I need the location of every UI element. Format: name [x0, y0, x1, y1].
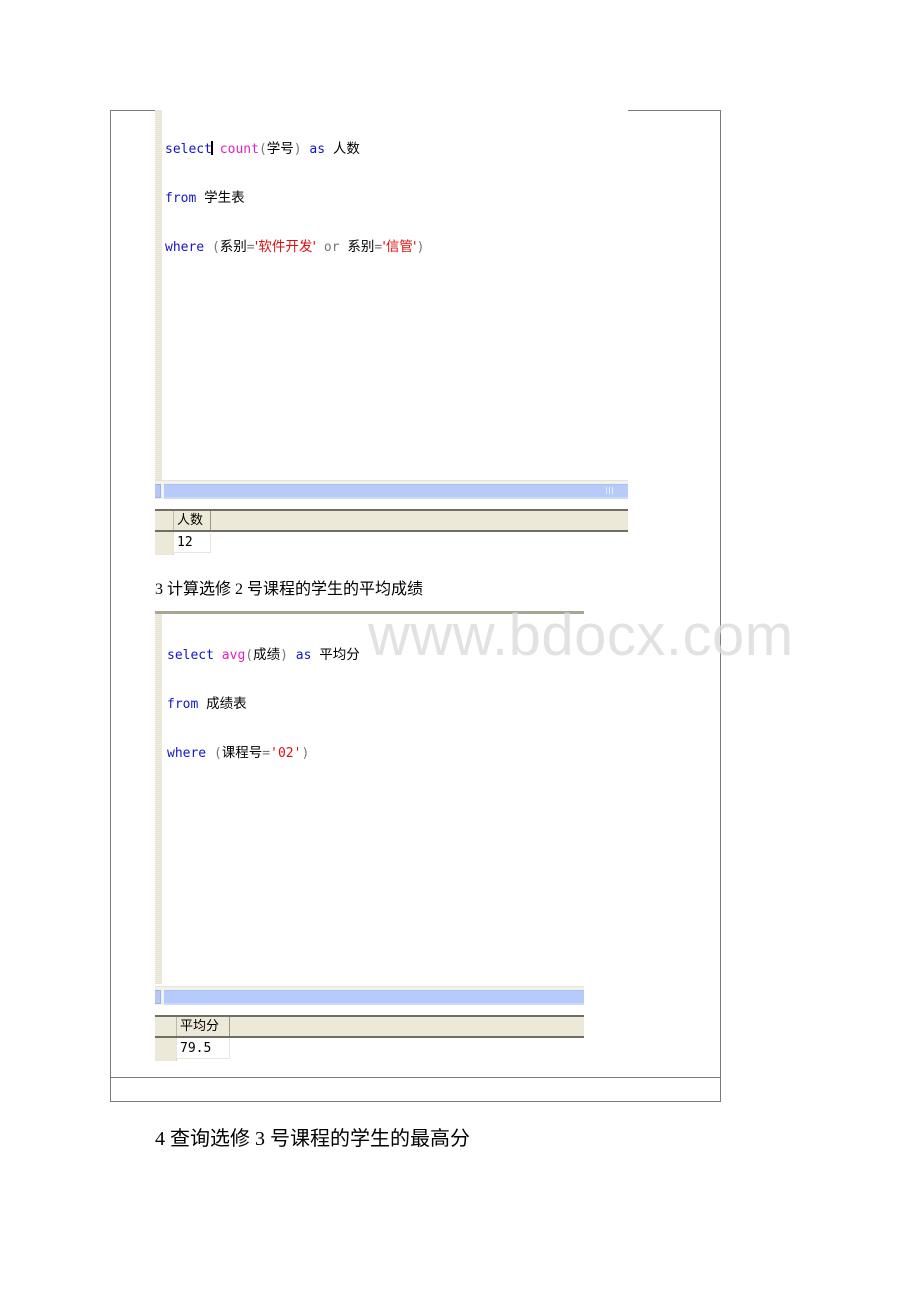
paren: ) [301, 746, 310, 761]
column-name: 学号 [266, 141, 294, 157]
table-name: 学生表 [204, 190, 245, 206]
sql-screenshot-1: select count(学号) as 人数 from 学生表 where (系… [155, 110, 628, 557]
result-cell[interactable]: 79.5 [176, 1039, 230, 1059]
horizontal-scrollbar[interactable] [155, 986, 584, 1005]
scrollbar-thumb[interactable] [164, 990, 584, 1005]
results-grid: 平均分 79.5 [155, 1015, 584, 1063]
column-alias: 平均分 [319, 647, 360, 663]
keyword-as: as [295, 648, 312, 663]
row-header[interactable] [155, 1038, 177, 1061]
result-cell[interactable]: 12 [173, 533, 211, 553]
keyword-from: from [167, 697, 199, 712]
column-alias: 人数 [332, 141, 360, 157]
scroll-left-button[interactable] [155, 990, 161, 1004]
horizontal-scrollbar[interactable] [155, 480, 628, 499]
row-header[interactable] [155, 532, 174, 555]
section-caption: 3 计算选修 2 号课程的学生的平均成绩 [155, 581, 424, 598]
scrollbar-thumb[interactable] [164, 484, 628, 499]
table-top-border [628, 110, 721, 111]
string-literal: '软件开发' [254, 239, 317, 255]
keyword-from: from [165, 191, 197, 206]
paren: ) [416, 240, 425, 255]
keyword-or: or [323, 240, 340, 255]
table-top-border [110, 110, 156, 111]
function-avg: avg [221, 648, 246, 663]
paren: ( [213, 746, 222, 761]
paren: ) [293, 142, 302, 157]
keyword-select: select [167, 648, 214, 663]
column-name: 系别 [347, 239, 375, 255]
code-line-2: from 成绩表 [167, 696, 360, 713]
code-line-1: select avg(成绩) as 平均分 [167, 647, 360, 664]
operator: = [246, 240, 255, 255]
code-line-2: from 学生表 [165, 190, 424, 207]
code-line-1: select count(学号) as 人数 [165, 141, 424, 158]
function-count: count [219, 142, 259, 157]
results-grid: 人数 12 [155, 509, 628, 557]
column-name: 课程号 [221, 745, 263, 761]
table-name: 成绩表 [206, 696, 247, 712]
column-header[interactable]: 平均分 [176, 1017, 230, 1036]
column-header[interactable]: 人数 [173, 511, 211, 530]
table-row-divider [111, 1077, 720, 1078]
keyword-where: where [165, 240, 205, 255]
string-literal: '02' [270, 746, 302, 761]
code-line-3: where (课程号='02') [167, 745, 360, 762]
sql-editor[interactable]: select avg(成绩) as 平均分 from 成绩表 where (课程… [167, 615, 360, 794]
text-caret [210, 141, 213, 155]
sql-editor[interactable]: select count(学号) as 人数 from 学生表 where (系… [165, 109, 424, 288]
section-heading: 4 查询选修 3 号课程的学生的最高分 [155, 1128, 470, 1150]
editor-gutter [155, 614, 162, 984]
paren: ) [280, 648, 288, 663]
string-literal: '信管' [382, 239, 417, 255]
sql-screenshot-2: select avg(成绩) as 平均分 from 成绩表 where (课程… [155, 611, 584, 1063]
keyword-where: where [167, 746, 207, 761]
keyword-as: as [309, 142, 326, 157]
operator: = [262, 746, 271, 761]
column-name: 系别 [219, 239, 247, 255]
scroll-left-button[interactable] [155, 484, 161, 498]
paren: ( [245, 648, 254, 663]
paren: ( [211, 240, 220, 255]
grip-icon [606, 487, 614, 494]
editor-gutter [155, 110, 162, 482]
keyword-select: select [165, 142, 212, 157]
paren: ( [258, 142, 267, 157]
code-line-3: where (系别='软件开发' or 系别='信管') [165, 239, 424, 256]
editor-top-border [155, 611, 584, 614]
column-name: 成绩 [253, 647, 281, 663]
grid-header [155, 509, 628, 532]
